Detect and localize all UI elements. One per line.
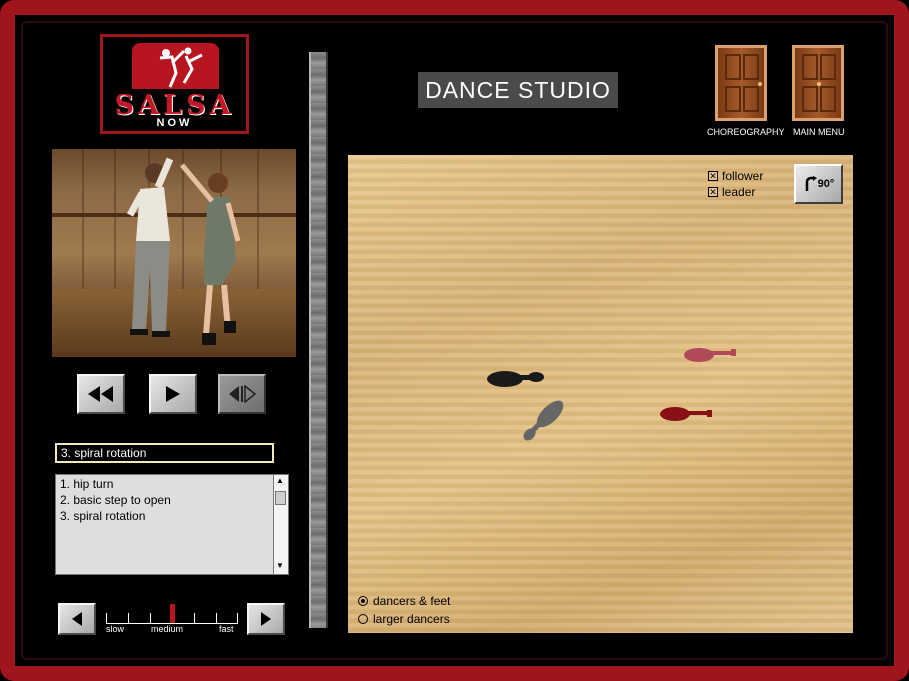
speed-decrease-button[interactable] (58, 603, 96, 635)
current-step-field[interactable]: 3. spiral rotation (55, 443, 274, 463)
scroll-up-icon[interactable]: ▲ (276, 476, 284, 485)
follower-left-foot-icon (684, 348, 736, 362)
rewind-icon (88, 386, 113, 402)
list-item[interactable]: 3. spiral rotation (60, 508, 171, 524)
salsa-now-logo: SALSA NOW (100, 34, 249, 134)
page-title: DANCE STUDIO (418, 72, 618, 108)
panel-divider (309, 52, 328, 628)
speed-label-slow: slow (106, 624, 125, 634)
dance-floor[interactable]: ✕ follower ✕ leader 90° dancers & feet l… (348, 155, 853, 633)
arrow-right-icon (261, 612, 271, 626)
speed-label-medium: medium (151, 624, 184, 634)
speed-increase-button[interactable] (247, 603, 285, 635)
leader-right-foot-icon (523, 400, 564, 441)
choreography-label[interactable]: CHOREOGRAPHY (707, 127, 785, 137)
dance-video (52, 149, 296, 357)
view-option-label: dancers & feet (373, 594, 451, 608)
view-option-larger-dancers[interactable]: larger dancers (358, 612, 450, 626)
scroll-down-icon[interactable]: ▼ (276, 561, 284, 570)
footprints-layer (487, 348, 736, 441)
radio-unselected-icon (358, 614, 368, 624)
step-list-scrollbar[interactable]: ▲ ▼ (273, 475, 288, 574)
speed-slider[interactable]: slow medium fast (106, 604, 238, 636)
play-icon (166, 386, 180, 402)
radio-selected-icon (358, 596, 368, 606)
list-item[interactable]: 2. basic step to open (60, 492, 171, 508)
list-item[interactable]: 1. hip turn (60, 476, 171, 492)
main-menu-door-button[interactable] (792, 45, 844, 121)
view-option-dancers-feet[interactable]: dancers & feet (358, 594, 450, 608)
logo-dancers-art (132, 43, 219, 89)
frame-step-icon (229, 385, 257, 403)
speed-slider-thumb[interactable] (170, 604, 175, 623)
rewind-button[interactable] (77, 374, 125, 414)
follower-right-foot-icon (660, 407, 712, 421)
leader-left-foot-icon (487, 371, 544, 387)
view-option-label: larger dancers (373, 612, 450, 626)
logo-subtitle: NOW (156, 117, 193, 129)
play-button[interactable] (149, 374, 197, 414)
choreography-door-button[interactable] (715, 45, 767, 121)
arrow-left-icon (72, 612, 82, 626)
dancers-illustration (126, 157, 241, 345)
frame-step-button[interactable] (218, 374, 266, 414)
speed-label-fast: fast (219, 624, 234, 634)
main-menu-label[interactable]: MAIN MENU (793, 127, 845, 137)
scroll-thumb[interactable] (275, 491, 286, 505)
step-list[interactable]: 1. hip turn 2. basic step to open 3. spi… (55, 474, 289, 575)
